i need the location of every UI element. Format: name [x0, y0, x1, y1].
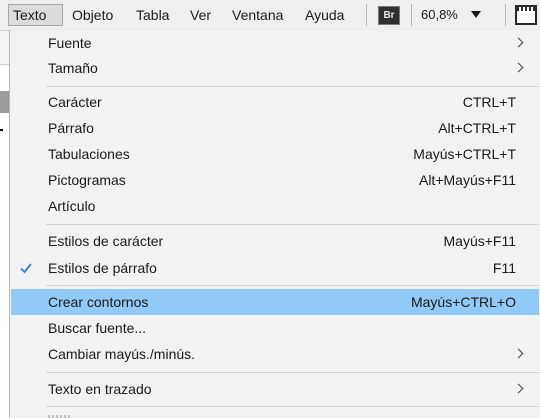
menu-item-label: Fuente	[48, 35, 92, 51]
menu-separator	[46, 406, 539, 407]
bridge-button[interactable]: Br	[378, 6, 400, 25]
menu-separator	[46, 86, 539, 87]
menu-bar: Texto Objeto Tabla Ver Ventana Ayuda Br …	[0, 0, 540, 31]
menu-item-label: Tabulaciones	[48, 146, 130, 162]
menu-item-buscar-fuente[interactable]: Buscar fuente...	[10, 316, 540, 340]
menu-ventana[interactable]: Ventana	[232, 4, 283, 26]
menu-texto[interactable]: Texto	[8, 4, 63, 26]
menu-item-shortcut: Mayús+CTRL+T	[413, 146, 516, 162]
menu-item-label: Párrafo	[48, 120, 94, 136]
menu-item-fuente[interactable]: Fuente	[10, 31, 540, 55]
menubar-divider	[505, 4, 506, 26]
menu-item-label: Pictogramas	[48, 172, 126, 188]
menu-item-estilos-parrafo[interactable]: Estilos de párrafo F11	[10, 256, 540, 280]
menu-item-shortcut: CTRL+T	[462, 94, 516, 110]
menu-item-label: Artículo	[48, 198, 96, 214]
menu-item-label: Cambiar mayús./minús.	[48, 346, 196, 362]
menu-item-tamano[interactable]: Tamaño	[10, 56, 540, 80]
chevron-right-icon	[513, 62, 524, 73]
menu-item-parrafo[interactable]: Párrafo Alt+CTRL+T	[10, 116, 540, 140]
checkmark-icon	[20, 263, 32, 274]
menu-item-tabulaciones[interactable]: Tabulaciones Mayús+CTRL+T	[10, 142, 540, 166]
menu-item-label: Buscar fuente...	[48, 320, 147, 336]
menu-item-shortcut: Mayús+F11	[443, 233, 517, 249]
menu-separator	[46, 372, 539, 373]
background-mark	[0, 129, 3, 131]
menu-item-pictogramas[interactable]: Pictogramas Alt+Mayús+F11	[10, 168, 540, 192]
menu-item-label: Estilos de carácter	[48, 233, 164, 249]
zoom-level[interactable]: 60,8%	[421, 4, 458, 26]
menu-item-texto-en-trazado[interactable]: Texto en trazado	[10, 377, 540, 401]
menu-item-estilos-caracter[interactable]: Estilos de carácter Mayús+F11	[10, 229, 540, 253]
menu-tabla[interactable]: Tabla	[136, 4, 169, 26]
menu-item-crear-contornos[interactable]: Crear contornos Mayús+CTRL+O	[11, 289, 539, 315]
menu-separator	[46, 285, 539, 286]
menu-item-label: Crear contornos	[48, 294, 149, 310]
triangle-down-icon[interactable]	[471, 11, 481, 18]
menu-item-label: Carácter	[48, 94, 102, 110]
cut-off-menu-item	[48, 411, 88, 418]
menu-item-caracter[interactable]: Carácter CTRL+T	[10, 90, 540, 114]
menu-item-label: Estilos de párrafo	[48, 260, 157, 276]
menu-item-shortcut: Alt+Mayús+F11	[418, 172, 516, 188]
menu-item-shortcut: Mayús+CTRL+O	[410, 294, 516, 310]
menu-objeto[interactable]: Objeto	[72, 4, 113, 26]
menu-item-label: Texto en trazado	[48, 381, 152, 397]
texto-dropdown-menu: Fuente Tamaño Carácter CTRL+T Párrafo Al…	[9, 30, 540, 418]
arrange-documents-icon[interactable]	[515, 5, 537, 25]
menubar-divider	[366, 4, 367, 26]
menubar-divider	[411, 4, 412, 26]
menu-ayuda[interactable]: Ayuda	[305, 4, 344, 26]
menu-item-shortcut: Alt+CTRL+T	[438, 120, 516, 136]
menu-item-shortcut: F11	[492, 260, 516, 276]
menu-ver[interactable]: Ver	[190, 4, 211, 26]
app-window: Texto Objeto Tabla Ver Ventana Ayuda Br …	[0, 0, 540, 418]
chevron-right-icon	[513, 383, 524, 394]
menu-separator	[46, 224, 539, 225]
chevron-right-icon	[513, 348, 524, 359]
menu-item-articulo[interactable]: Artículo	[10, 194, 540, 218]
menu-item-label: Tamaño	[48, 60, 98, 76]
chevron-right-icon	[513, 37, 524, 48]
menu-item-cambiar-mayus-minus[interactable]: Cambiar mayús./minús.	[10, 342, 540, 366]
